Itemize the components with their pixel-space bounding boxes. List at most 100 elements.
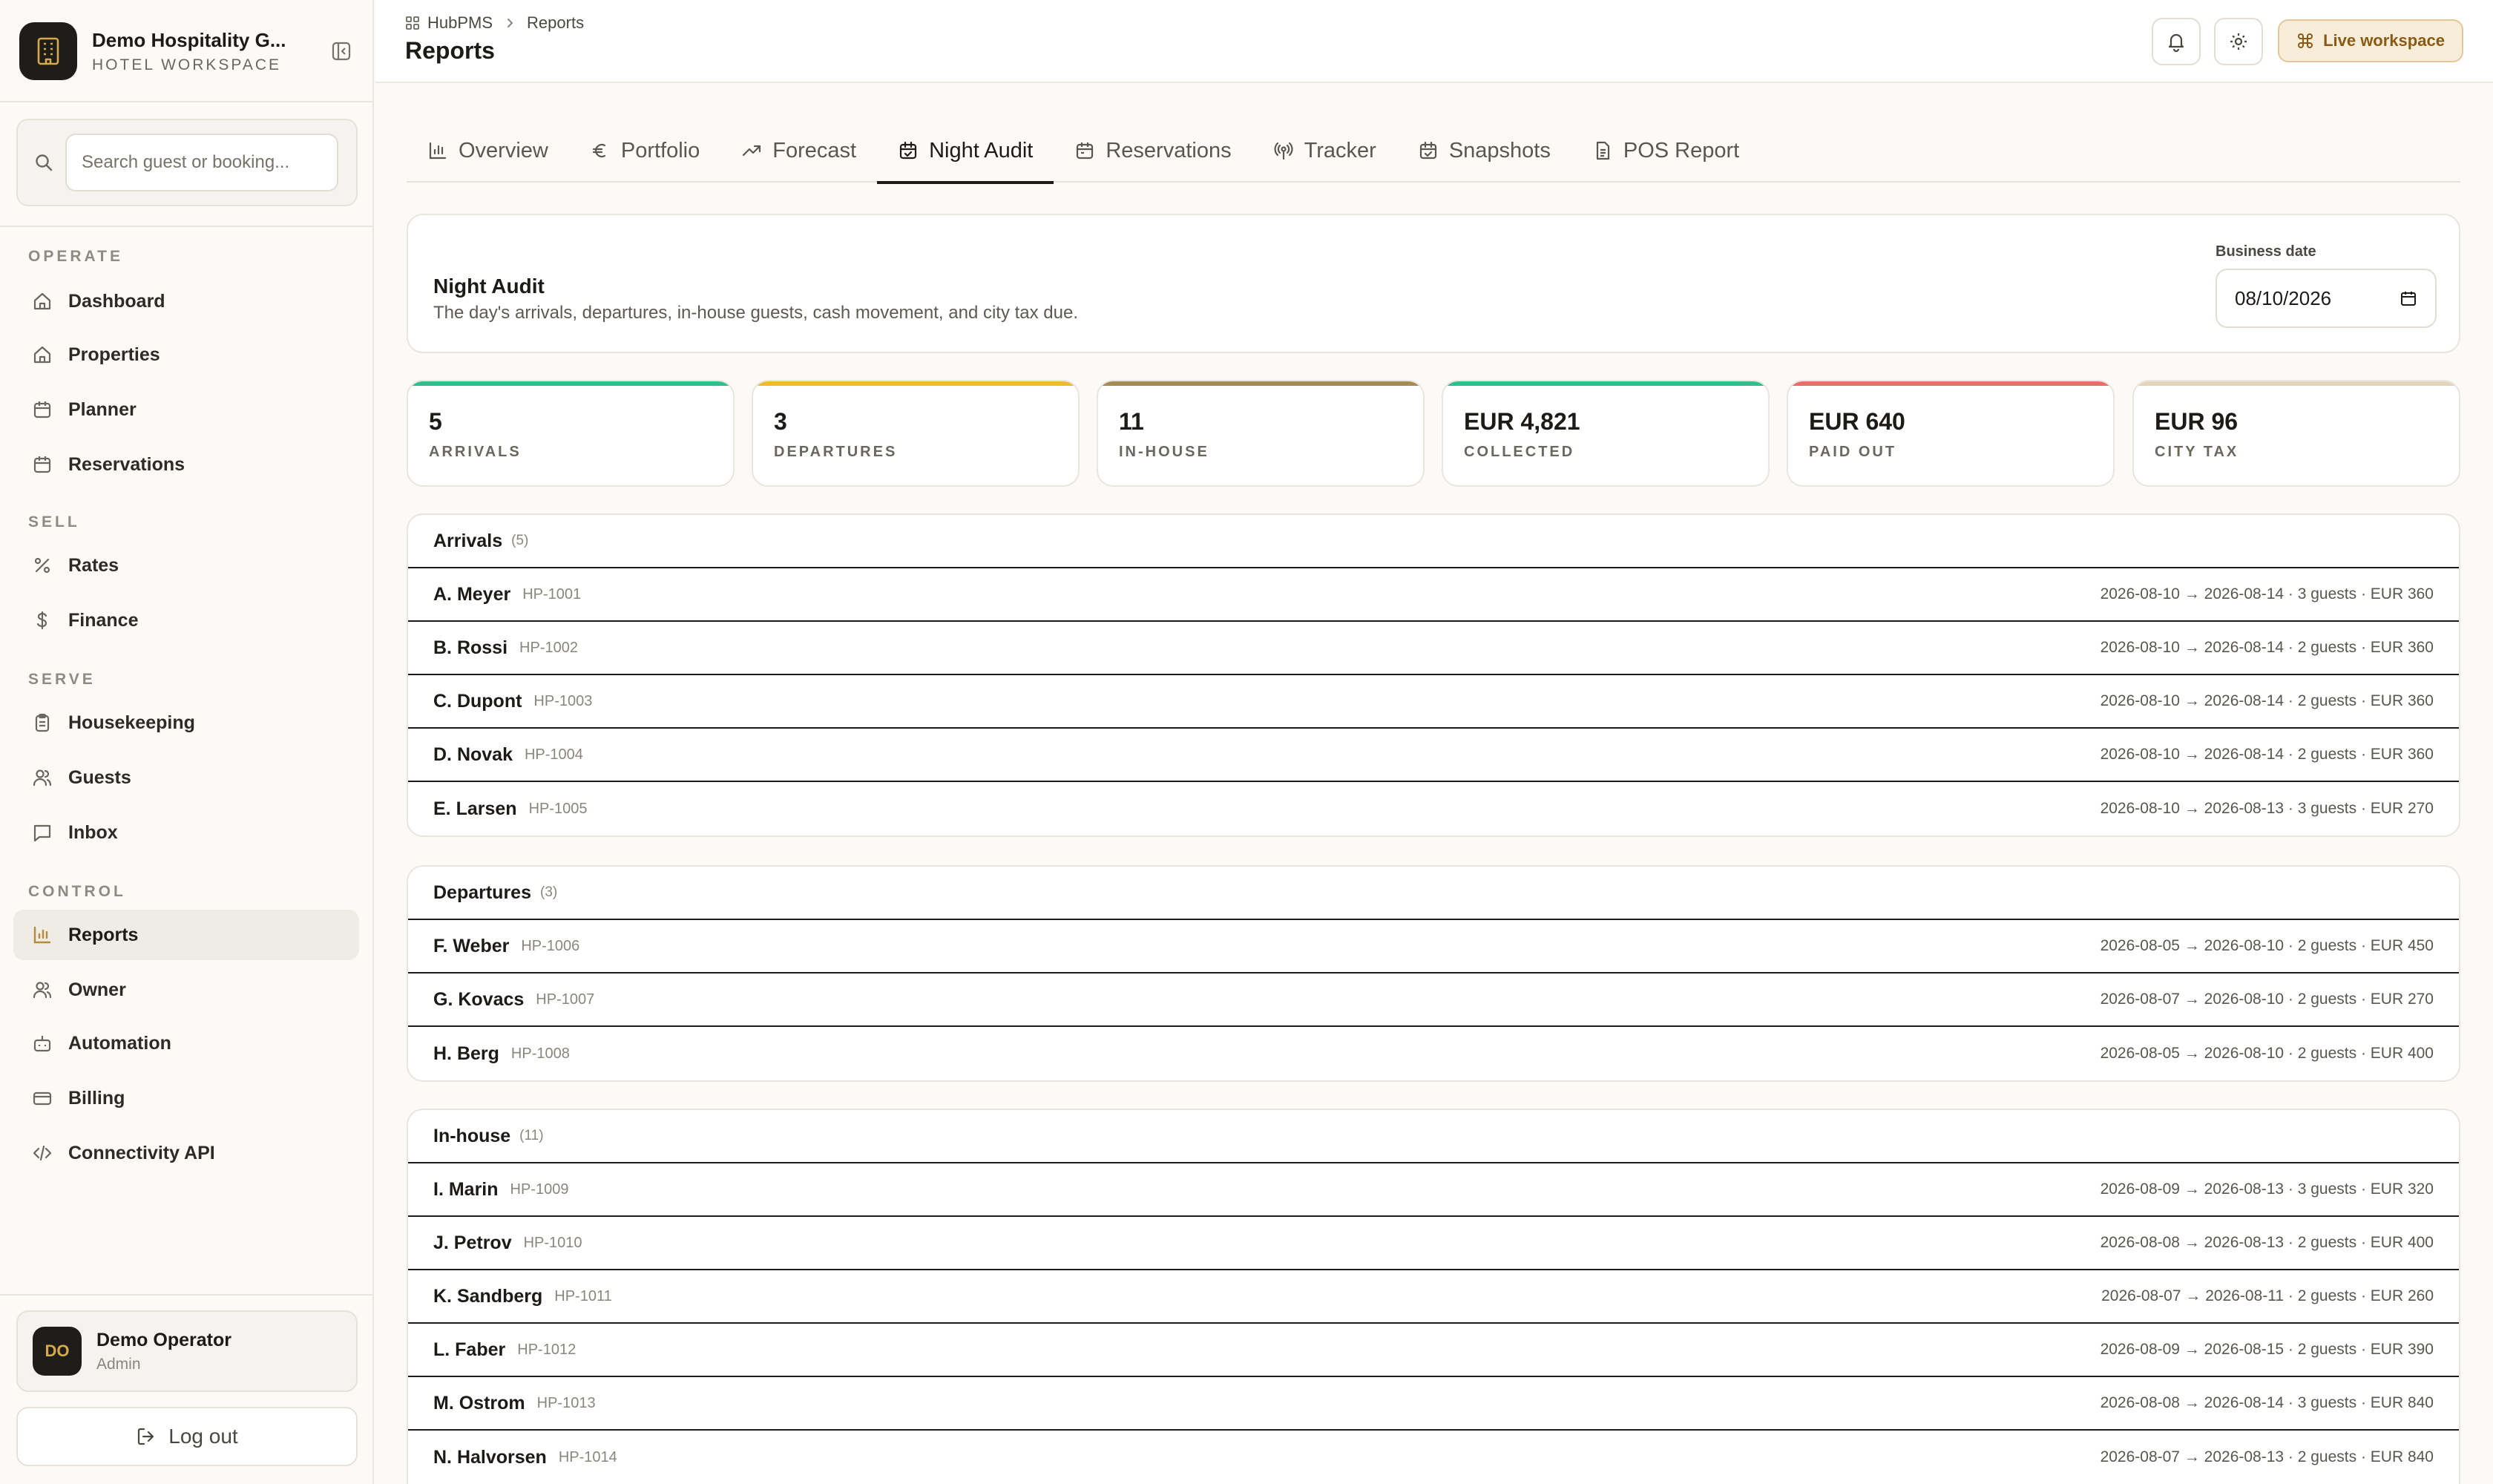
sidebar-item-reservations[interactable]: Reservations — [13, 439, 359, 490]
user-role: Admin — [96, 1355, 141, 1373]
tab-portfolio[interactable]: Portfolio — [569, 119, 720, 183]
sidebar-divider — [0, 1294, 374, 1296]
booking-ref: HP-1001 — [522, 585, 582, 603]
sidebar-item-label: Housekeeping — [68, 712, 195, 733]
users-icon — [30, 765, 55, 790]
live-workspace-button[interactable]: Live workspace — [2278, 19, 2463, 62]
calendar-icon — [1074, 140, 1095, 161]
bell-icon — [2166, 31, 2187, 52]
list-item[interactable]: A. Meyer HP-1001 2026-08-10 → 2026-08-14 ·… — [408, 568, 2459, 622]
tab-snapshots[interactable]: Snapshots — [1397, 119, 1571, 183]
list-item[interactable]: L. Faber HP-1012 2026-08-09 → 2026-08-15 ·… — [408, 1324, 2459, 1377]
home-icon — [30, 289, 55, 314]
notifications-button[interactable] — [2152, 18, 2201, 65]
kpi-accent-bar — [408, 381, 733, 386]
calendar-check-icon — [898, 140, 919, 161]
breadcrumb-item-hubpms[interactable]: HubPMS — [427, 13, 493, 33]
calendar-icon — [30, 397, 55, 422]
collapse-sidebar-icon[interactable] — [328, 38, 355, 65]
booking-ref: HP-1004 — [524, 746, 583, 763]
stay-details: 2026-08-07 → 2026-08-11 · 2 guests · EUR… — [2101, 1287, 2434, 1304]
sidebar-item-housekeeping[interactable]: Housekeeping — [13, 697, 359, 748]
tab-pos-report[interactable]: POS Report — [1571, 119, 1760, 183]
tab-night-audit[interactable]: Night Audit — [877, 119, 1054, 184]
top-header: HubPMS Reports Reports Live workspace — [375, 0, 2493, 83]
list-item[interactable]: M. Ostrom HP-1013 2026-08-08 → 2026-08-14 … — [408, 1377, 2459, 1431]
nav-section-sell: SELL — [28, 513, 80, 531]
logout-button[interactable]: Log out — [16, 1407, 358, 1466]
list-item[interactable]: I. Marin HP-1009 2026-08-09 → 2026-08-13 ·… — [408, 1163, 2459, 1217]
sidebar-item-inbox[interactable]: Inbox — [13, 807, 359, 858]
sidebar-item-dashboard[interactable]: Dashboard — [13, 276, 359, 326]
list-item[interactable]: N. Halvorsen HP-1014 2026-08-07 → 2026-08-… — [408, 1431, 2459, 1484]
sidebar-item-properties[interactable]: Properties — [13, 329, 359, 380]
list-header: Departures (3) — [408, 867, 2459, 920]
kpi-card-departures: 3 DEPARTURES — [752, 380, 1080, 487]
tab-label: Snapshots — [1448, 138, 1551, 162]
list-item[interactable]: H. Berg HP-1008 2026-08-05 → 2026-08-10 · … — [408, 1027, 2459, 1080]
tab-reservations[interactable]: Reservations — [1054, 119, 1252, 183]
kpi-accent-bar — [753, 381, 1078, 386]
page-title: Reports — [405, 37, 495, 64]
list-item[interactable]: J. Petrov HP-1010 2026-08-08 → 2026-08-13 … — [408, 1217, 2459, 1270]
list-item[interactable]: K. Sandberg HP-1011 2026-08-07 → 2026-08-1… — [408, 1270, 2459, 1324]
list-item[interactable]: C. Dupont HP-1003 2026-08-10 → 2026-08-14 … — [408, 675, 2459, 729]
kpi-value: 11 — [1119, 408, 1144, 435]
sidebar-item-reports[interactable]: Reports — [13, 910, 359, 960]
list-count: (5) — [511, 533, 529, 548]
sidebar-item-label: Guests — [68, 766, 131, 788]
sidebar: Demo Hospitality G... HOTEL WORKSPACE OP… — [0, 0, 374, 1484]
list-count: (11) — [519, 1128, 544, 1143]
business-date-input[interactable]: 08/10/2026 — [2216, 269, 2437, 328]
list-item[interactable]: D. Novak HP-1004 2026-08-10 → 2026-08-14 ·… — [408, 729, 2459, 782]
guest-name: L. Faber — [433, 1339, 506, 1360]
clipboard-icon — [30, 710, 55, 735]
kpi-value: 3 — [774, 408, 787, 435]
list-item[interactable]: B. Rossi HP-1002 2026-08-10 → 2026-08-14 ·… — [408, 622, 2459, 675]
tab-tracker[interactable]: Tracker — [1252, 119, 1397, 183]
calendar-check-icon — [1418, 140, 1439, 161]
stay-details: 2026-08-10 → 2026-08-14 · 3 guests · EUR… — [2100, 585, 2434, 603]
night-audit-header: Night Audit The day's arrivals, departur… — [407, 214, 2460, 353]
tab-label: Reservations — [1106, 138, 1232, 162]
credit-card-icon — [30, 1086, 55, 1111]
section-title: Night Audit — [433, 275, 545, 298]
sidebar-item-finance[interactable]: Finance — [13, 595, 359, 646]
user-card[interactable]: DO Demo Operator Admin — [16, 1310, 358, 1392]
kpi-accent-bar — [1098, 381, 1423, 386]
calendar-icon — [30, 452, 55, 477]
sidebar-item-planner[interactable]: Planner — [13, 384, 359, 435]
booking-ref: HP-1012 — [517, 1341, 577, 1358]
guest-name: I. Marin — [433, 1178, 499, 1200]
sidebar-item-connectivity-api[interactable]: Connectivity API — [13, 1128, 359, 1178]
booking-ref: HP-1011 — [554, 1287, 612, 1304]
tab-forecast[interactable]: Forecast — [720, 119, 877, 183]
sidebar-item-label: Dashboard — [68, 290, 165, 312]
calendar-icon[interactable] — [2400, 289, 2417, 307]
kpi-card-in-house: 11 IN-HOUSE — [1097, 380, 1425, 487]
sidebar-item-owner[interactable]: Owner — [13, 965, 359, 1015]
sidebar-item-rates[interactable]: Rates — [13, 540, 359, 591]
search-input[interactable] — [65, 134, 338, 191]
tab-overview[interactable]: Overview — [407, 119, 569, 183]
sidebar-item-guests[interactable]: Guests — [13, 752, 359, 803]
kpi-label: DEPARTURES — [774, 444, 898, 460]
sidebar-item-label: Connectivity API — [68, 1142, 215, 1163]
guest-name: G. Kovacs — [433, 988, 525, 1010]
list-item[interactable]: F. Weber HP-1006 2026-08-05 → 2026-08-10 ·… — [408, 920, 2459, 974]
settings-button[interactable] — [2214, 18, 2263, 65]
gear-icon — [2228, 31, 2249, 52]
sidebar-item-billing[interactable]: Billing — [13, 1073, 359, 1123]
stay-details: 2026-08-10 → 2026-08-13 · 3 guests · EUR… — [2100, 800, 2434, 817]
list-item[interactable]: G. Kovacs HP-1007 2026-08-07 → 2026-08-10 … — [408, 974, 2459, 1027]
booking-ref: HP-1007 — [536, 991, 595, 1008]
list-item[interactable]: E. Larsen HP-1005 2026-08-10 → 2026-08-13 … — [408, 782, 2459, 835]
sidebar-item-label: Owner — [68, 979, 126, 1000]
tab-label: Portfolio — [620, 138, 700, 162]
nav-section-operate: OPERATE — [28, 248, 123, 265]
euro-icon — [590, 140, 611, 161]
guest-name: D. Novak — [433, 743, 513, 765]
sidebar-item-automation[interactable]: Automation — [13, 1018, 359, 1068]
kpi-accent-bar — [1788, 381, 2113, 386]
kpi-card-paid-out: EUR 640 PAID OUT — [1787, 380, 2115, 487]
